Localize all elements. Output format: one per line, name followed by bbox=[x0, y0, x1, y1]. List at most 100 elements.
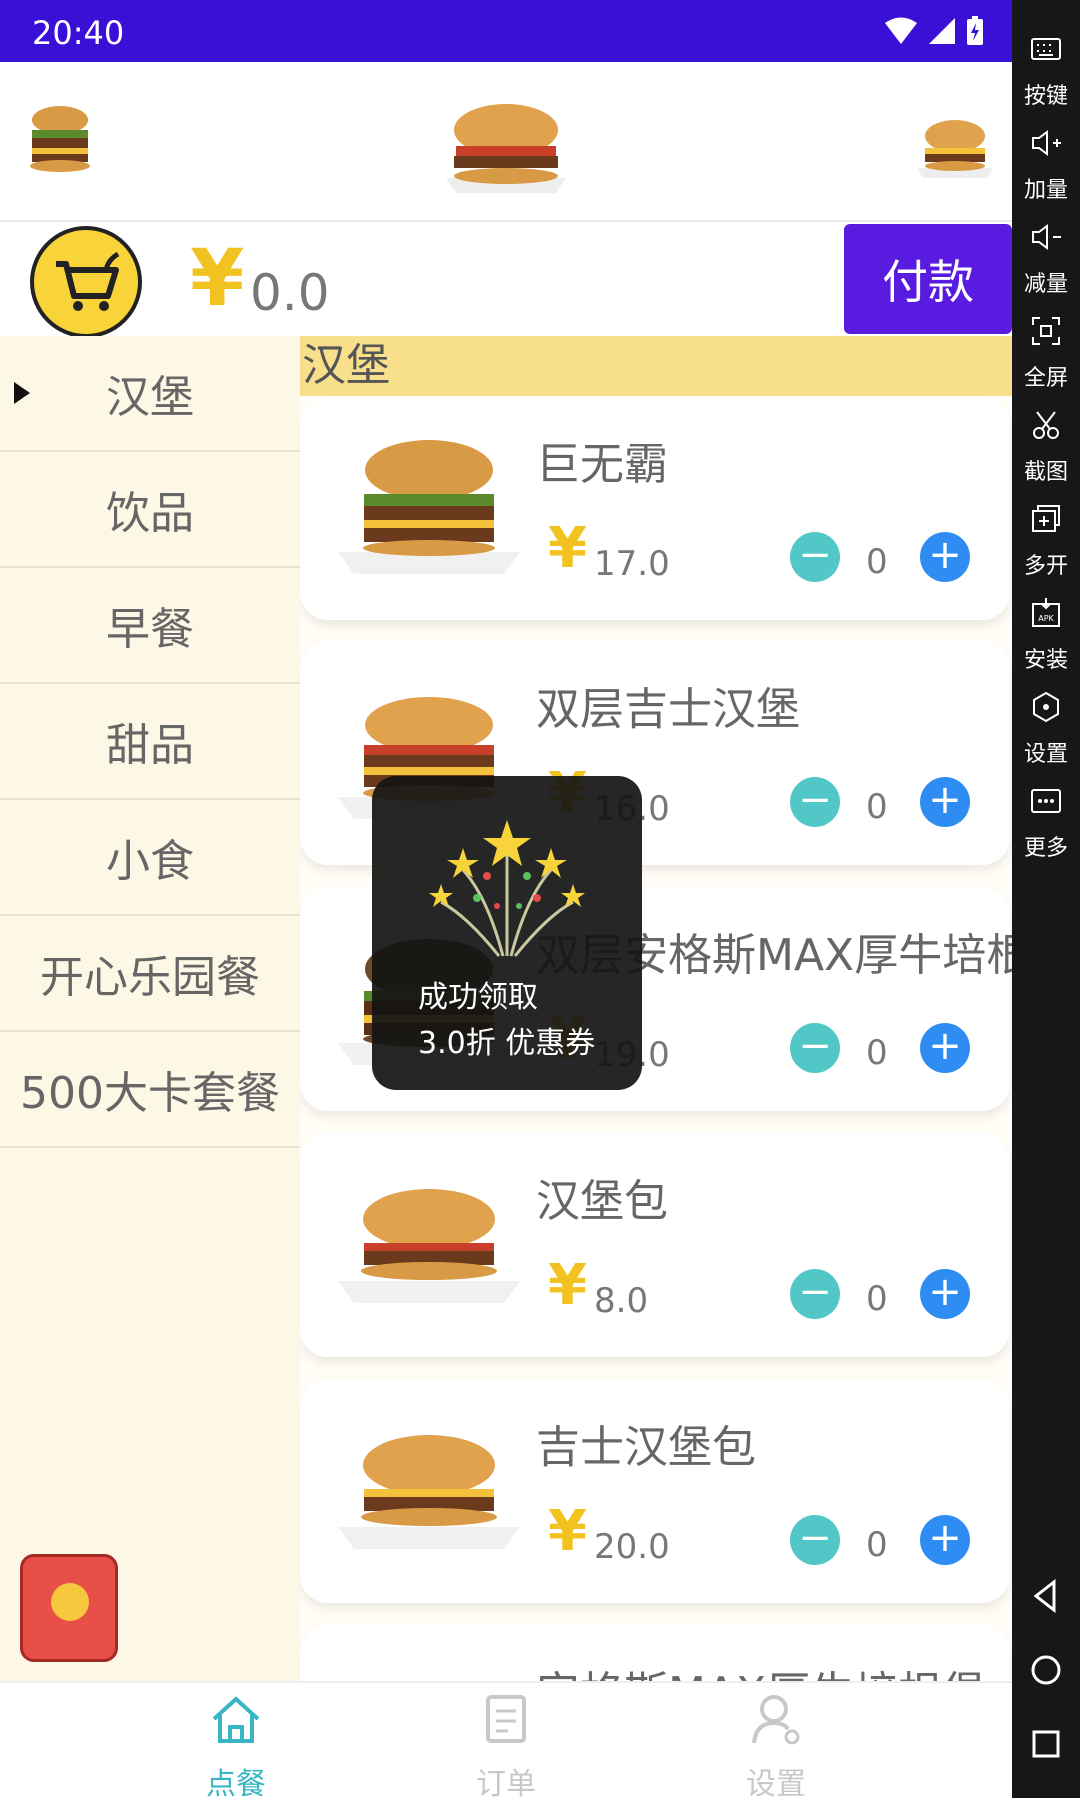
tool-multi-instance[interactable]: 多开 bbox=[1012, 502, 1080, 580]
tool-label: 全屏 bbox=[1023, 366, 1068, 391]
quantity-value: 0 bbox=[866, 1525, 888, 1565]
food-price: 8.0 bbox=[594, 1281, 649, 1321]
signal-icon bbox=[929, 18, 955, 44]
category-list: 汉堡 饮品 早餐 甜品 小食 开心乐园餐 500大卡套餐 bbox=[0, 336, 300, 1681]
fireworks-icon bbox=[429, 820, 585, 957]
category-label: 开心乐园餐 bbox=[40, 952, 260, 1003]
section-header: 汉堡 bbox=[300, 336, 1012, 396]
quantity-value: 0 bbox=[866, 1279, 888, 1319]
minus-button[interactable]: − bbox=[790, 1515, 840, 1565]
food-name: 双层吉士汉堡 bbox=[536, 684, 800, 735]
tool-label: 安装 bbox=[1023, 648, 1068, 673]
nav-label: 点餐 bbox=[206, 1767, 266, 1798]
recents-icon[interactable] bbox=[1026, 1724, 1066, 1764]
more-icon bbox=[1031, 789, 1061, 813]
status-time: 20:40 bbox=[32, 14, 125, 52]
food-card: 安格斯MAX厚牛培根堡 bbox=[300, 1625, 1010, 1681]
category-label: 500大卡套餐 bbox=[20, 1068, 280, 1119]
food-name: 汉堡包 bbox=[536, 1176, 668, 1227]
tool-screenshot[interactable]: 截图 bbox=[1012, 408, 1080, 486]
back-icon[interactable] bbox=[1026, 1576, 1066, 1616]
coin-icon bbox=[51, 1583, 89, 1621]
category-label: 饮品 bbox=[106, 488, 194, 539]
category-item-drinks[interactable]: 饮品 bbox=[0, 452, 300, 568]
food-price: 20.0 bbox=[594, 1527, 670, 1567]
food-name: 吉士汉堡包 bbox=[536, 1422, 756, 1473]
category-label: 甜品 bbox=[106, 720, 194, 771]
quantity-value: 0 bbox=[866, 787, 888, 827]
category-item-dessert[interactable]: 甜品 bbox=[0, 684, 300, 800]
home-circle-icon[interactable] bbox=[1026, 1650, 1066, 1690]
tool-label: 截图 bbox=[1023, 460, 1068, 485]
tool-label: 加量 bbox=[1023, 178, 1068, 203]
wifi-icon bbox=[885, 17, 917, 44]
food-card: 汉堡包 ¥ 8.0 − 0 + bbox=[300, 1133, 1010, 1357]
category-item-happy-meal[interactable]: 开心乐园餐 bbox=[0, 916, 300, 1032]
tool-label: 更多 bbox=[1023, 836, 1068, 861]
selected-arrow-icon bbox=[14, 382, 30, 404]
scissors-icon bbox=[1033, 411, 1059, 439]
category-item-burger[interactable]: 汉堡 bbox=[0, 336, 300, 452]
tool-label: 按键 bbox=[1023, 84, 1068, 109]
food-name: 安格斯MAX厚牛培根堡 bbox=[536, 1657, 986, 1681]
minus-button[interactable]: − bbox=[790, 1023, 840, 1073]
category-label: 早餐 bbox=[106, 604, 194, 655]
plus-button[interactable]: + bbox=[920, 1515, 970, 1565]
red-envelope-button[interactable] bbox=[20, 1554, 118, 1662]
quantity-value: 0 bbox=[866, 542, 888, 582]
tool-keys[interactable]: 按键 bbox=[1012, 32, 1080, 110]
pay-button[interactable]: 付款 bbox=[844, 224, 1012, 334]
quantity-value: 0 bbox=[866, 1033, 888, 1073]
phone-screen: 20:40 ¥ 0.0 付款 汉堡 饮品 早餐 甜品 小食 开心乐园餐 500大… bbox=[0, 0, 1012, 1798]
category-item-snacks[interactable]: 小食 bbox=[0, 800, 300, 916]
currency-symbol: ¥ bbox=[548, 516, 587, 581]
toast-coupon-text: 3.0折 优惠券 bbox=[418, 1026, 596, 1061]
emulator-toolbar: 按键 加量 减量 全屏 截图 多开 APK 安装 设置 更多 bbox=[1012, 0, 1080, 1798]
plus-button[interactable]: + bbox=[920, 532, 970, 582]
burger-image bbox=[30, 106, 90, 172]
plus-button[interactable]: + bbox=[920, 1023, 970, 1073]
category-item-breakfast[interactable]: 早餐 bbox=[0, 568, 300, 684]
tool-install-apk[interactable]: APK 安装 bbox=[1012, 596, 1080, 674]
cart-button[interactable] bbox=[30, 226, 142, 338]
tool-volume-up[interactable]: 加量 bbox=[1012, 126, 1080, 204]
food-price: 17.0 bbox=[594, 544, 670, 584]
minus-button[interactable]: − bbox=[790, 1269, 840, 1319]
cart-total: 0.0 bbox=[250, 264, 330, 322]
volume-down-icon bbox=[1032, 224, 1061, 250]
nav-settings[interactable]: 设置 bbox=[716, 1691, 836, 1798]
svg-text:APK: APK bbox=[1038, 614, 1054, 623]
apk-icon: APK bbox=[1032, 598, 1060, 627]
minus-button[interactable]: − bbox=[790, 532, 840, 582]
burger-image bbox=[338, 1189, 520, 1303]
tool-label: 减量 bbox=[1023, 272, 1068, 297]
fullscreen-icon bbox=[1032, 317, 1060, 345]
food-card: 吉士汉堡包 ¥ 20.0 − 0 + bbox=[300, 1379, 1010, 1603]
currency-symbol: ¥ bbox=[190, 234, 245, 324]
nav-order-food[interactable]: 点餐 bbox=[176, 1691, 296, 1798]
battery-icon bbox=[967, 16, 983, 45]
minus-button[interactable]: − bbox=[790, 777, 840, 827]
volume-up-icon bbox=[1032, 130, 1061, 156]
category-item-500kcal[interactable]: 500大卡套餐 bbox=[0, 1032, 300, 1148]
hexagon-settings-icon bbox=[1033, 691, 1059, 723]
category-label: 汉堡 bbox=[106, 372, 194, 423]
banner-carousel[interactable] bbox=[0, 62, 1012, 222]
burger-image bbox=[338, 1435, 520, 1549]
status-icons bbox=[884, 16, 984, 46]
burger-image bbox=[338, 440, 520, 574]
bottom-nav: 点餐 订单 设置 bbox=[0, 1681, 1012, 1798]
tool-fullscreen[interactable]: 全屏 bbox=[1012, 314, 1080, 392]
tool-label: 设置 bbox=[1023, 742, 1068, 767]
tool-settings[interactable]: 设置 bbox=[1012, 690, 1080, 768]
plus-button[interactable]: + bbox=[920, 1269, 970, 1319]
nav-label: 订单 bbox=[476, 1767, 536, 1798]
tool-volume-down[interactable]: 减量 bbox=[1012, 220, 1080, 298]
plus-button[interactable]: + bbox=[920, 777, 970, 827]
category-label: 小食 bbox=[106, 836, 194, 887]
status-bar: 20:40 bbox=[0, 0, 1012, 62]
currency-symbol: ¥ bbox=[548, 1253, 587, 1318]
tool-more[interactable]: 更多 bbox=[1012, 784, 1080, 862]
nav-orders[interactable]: 订单 bbox=[446, 1691, 566, 1798]
multi-window-icon bbox=[1032, 505, 1060, 532]
